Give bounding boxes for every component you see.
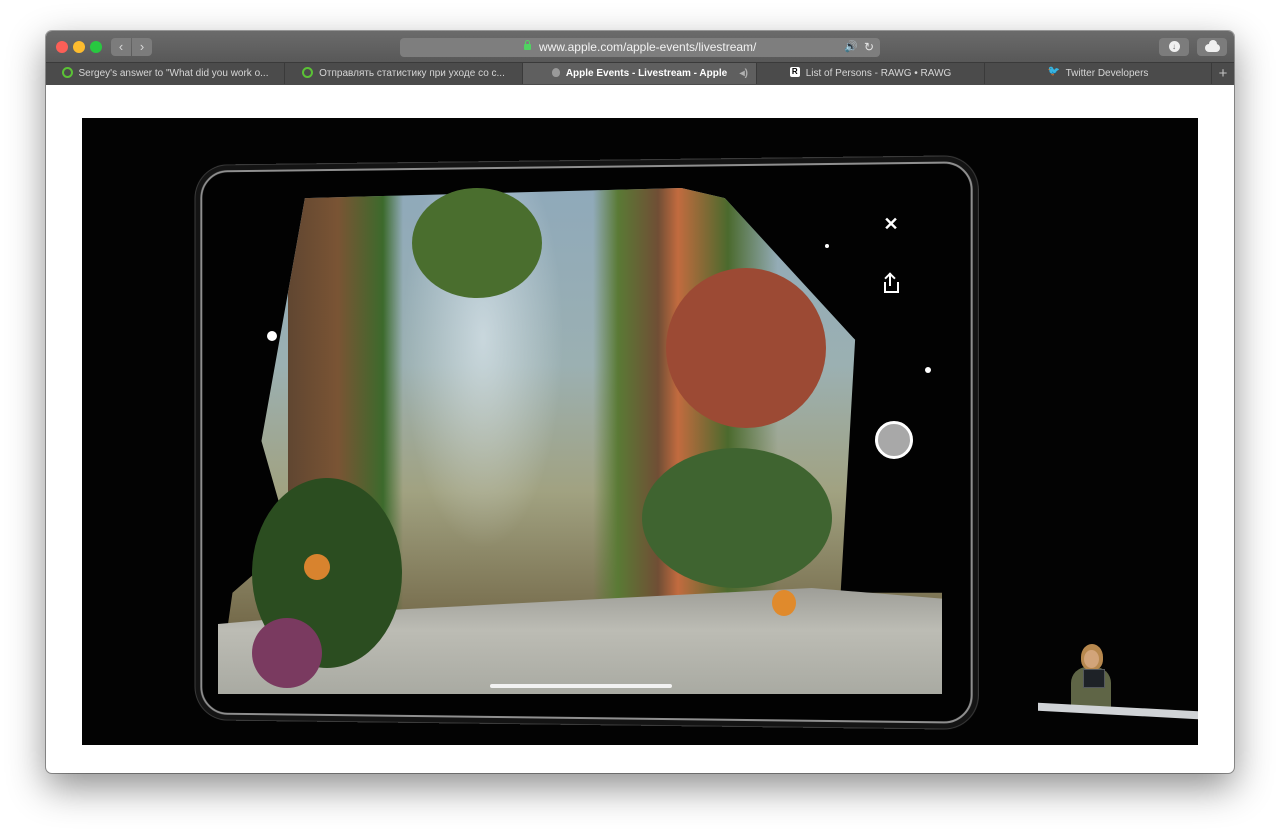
foliage-cluster [642, 448, 832, 588]
tab-bar: Sergey's answer to "What did you work o.… [46, 62, 1234, 85]
tab-apple-events[interactable]: Apple Events - Livestream - Apple ◂) [523, 63, 757, 84]
speaker-icon[interactable]: ◂) [740, 63, 748, 84]
apple-icon [551, 67, 560, 77]
window-maximize-button[interactable] [90, 41, 102, 53]
tab-title: List of Persons - RAWG • RAWG [805, 68, 952, 79]
flower-cluster [304, 554, 330, 580]
foliage-cluster [412, 188, 542, 298]
close-icon: ✕ [883, 214, 899, 234]
tab-title: Sergey's answer to "What did you work o.… [78, 68, 269, 79]
download-icon: ↓ [1168, 41, 1180, 53]
chevron-right-icon: › [139, 39, 145, 54]
flower-cluster [252, 618, 322, 688]
url-text: www.apple.com/apple-events/livestream/ [538, 40, 757, 54]
tab-rawg[interactable]: R List of Persons - RAWG • RAWG [757, 63, 985, 84]
speaker-icon[interactable]: 🔊 [844, 38, 858, 57]
tab-quora-statistics[interactable]: Отправлять статистику при уходе со с... [285, 63, 523, 84]
plus-icon: + [1218, 65, 1228, 82]
share-icon [881, 274, 901, 296]
chevron-left-icon: ‹ [118, 39, 124, 54]
cloud-icon [1204, 39, 1220, 52]
icloud-tabs-button[interactable] [1197, 38, 1227, 56]
toolbar: ‹ › www.apple.com/apple-events/livestrea… [46, 31, 1234, 62]
quora-icon [302, 66, 314, 78]
tab-quora-answer[interactable]: Sergey's answer to "What did you work o.… [46, 63, 285, 84]
twitter-icon: 🐦 [1047, 66, 1061, 78]
tab-twitter-developers[interactable]: 🐦 Twitter Developers [985, 63, 1212, 84]
tab-title: Apple Events - Livestream - Apple [565, 68, 728, 79]
reload-icon[interactable]: ↻ [864, 38, 874, 57]
light-particle [825, 244, 829, 248]
presenter [1067, 644, 1115, 708]
back-button[interactable]: ‹ [111, 38, 131, 56]
stage-edge [1038, 702, 1198, 720]
flower-cluster [772, 590, 796, 616]
shutter-icon [875, 421, 913, 459]
light-particle [267, 331, 277, 341]
livestream-video[interactable]: ✕ [82, 118, 1198, 745]
new-tab-button[interactable]: + [1212, 63, 1234, 84]
forward-button[interactable]: › [132, 38, 152, 56]
tab-title: Отправлять статистику при уходе со с... [319, 68, 505, 79]
window-close-button[interactable] [56, 41, 68, 53]
address-bar[interactable]: www.apple.com/apple-events/livestream/ 🔊… [400, 38, 880, 57]
quora-icon [61, 66, 73, 78]
window-minimize-button[interactable] [73, 41, 85, 53]
home-indicator [490, 684, 672, 688]
rawg-icon: R [789, 67, 800, 78]
tab-title: Twitter Developers [1065, 68, 1149, 79]
flower-cluster [666, 268, 826, 428]
light-particle [925, 367, 931, 373]
lock-icon [523, 40, 531, 50]
downloads-button[interactable]: ↓ [1159, 38, 1189, 56]
